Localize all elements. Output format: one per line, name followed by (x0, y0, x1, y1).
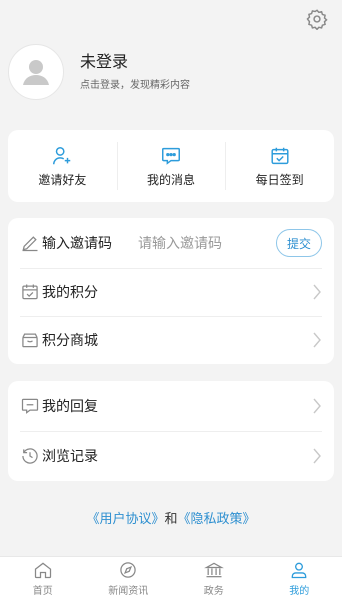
profile-header[interactable]: 未登录 点击登录，发现精彩内容 (8, 42, 334, 102)
settings-list-2: 我的回复 浏览记录 (8, 381, 334, 481)
agreement-and: 和 (164, 512, 178, 527)
quick-actions-card: 邀请好友 我的消息 每日签到 (8, 130, 334, 202)
avatar[interactable] (8, 44, 64, 100)
tab-home-label: 首页 (32, 586, 53, 597)
add-user-icon (53, 146, 71, 164)
calendar-check-icon (22, 284, 38, 300)
profile-subtitle: 点击登录，发现精彩内容 (80, 80, 190, 91)
invite-code-input[interactable]: 请输入邀请码 (138, 233, 276, 253)
my-points-row[interactable]: 我的积分 (8, 268, 334, 316)
my-messages-label: 我的消息 (147, 172, 196, 187)
tab-home[interactable]: 首页 (0, 557, 86, 600)
government-icon (203, 562, 224, 578)
points-mall-row[interactable]: 积分商城 (8, 316, 334, 364)
pencil-icon (22, 236, 38, 252)
tab-mine[interactable]: 我的 (257, 557, 342, 600)
privacy-policy-link[interactable]: 《隐私政策》 (178, 512, 256, 527)
user-icon (291, 562, 307, 579)
tab-mine-label: 我的 (289, 586, 310, 597)
tab-government-label: 政务 (203, 586, 224, 597)
tab-news[interactable]: 新闻资讯 (86, 557, 172, 600)
home-icon (34, 562, 51, 579)
invite-friends-label: 邀请好友 (38, 172, 87, 187)
calendar-check-icon (271, 147, 289, 164)
chevron-right-icon (313, 448, 321, 464)
bottom-tab-bar: 首页 新闻资讯 政务 我的 (0, 556, 342, 600)
my-replies-label: 我的回复 (42, 399, 98, 415)
comment-icon (21, 398, 39, 414)
my-points-label: 我的积分 (42, 285, 98, 301)
profile-name[interactable]: 未登录 (80, 51, 190, 73)
chevron-right-icon (313, 398, 321, 414)
daily-checkin-button[interactable]: 每日签到 (225, 130, 334, 202)
settings-list-1: 输入邀请码 请输入邀请码 提交 我的积分 积分商城 (8, 218, 334, 364)
default-avatar-icon (23, 60, 49, 85)
invite-code-label: 输入邀请码 (42, 236, 112, 252)
browsing-history-row[interactable]: 浏览记录 (8, 431, 334, 481)
gift-box-icon (22, 333, 38, 348)
tab-government[interactable]: 政务 (171, 557, 257, 600)
my-replies-row[interactable]: 我的回复 (8, 381, 334, 431)
browsing-history-label: 浏览记录 (42, 449, 98, 465)
invite-friends-button[interactable]: 邀请好友 (8, 130, 117, 202)
submit-button[interactable]: 提交 (276, 229, 322, 257)
daily-checkin-label: 每日签到 (255, 172, 304, 187)
chevron-right-icon (313, 284, 321, 300)
chat-bubble-icon (162, 147, 180, 165)
history-clock-icon (22, 448, 38, 464)
agreement-links: 《用户协议》和《隐私政策》 (0, 508, 342, 527)
tab-news-label: 新闻资讯 (108, 586, 149, 597)
user-agreement-link[interactable]: 《用户协议》 (86, 512, 164, 527)
points-mall-label: 积分商城 (42, 333, 98, 349)
invite-code-row: 输入邀请码 请输入邀请码 提交 (8, 218, 334, 268)
news-icon (120, 562, 136, 578)
my-messages-button[interactable]: 我的消息 (116, 130, 226, 202)
chevron-right-icon (313, 332, 321, 348)
gear-icon[interactable] (306, 8, 328, 31)
